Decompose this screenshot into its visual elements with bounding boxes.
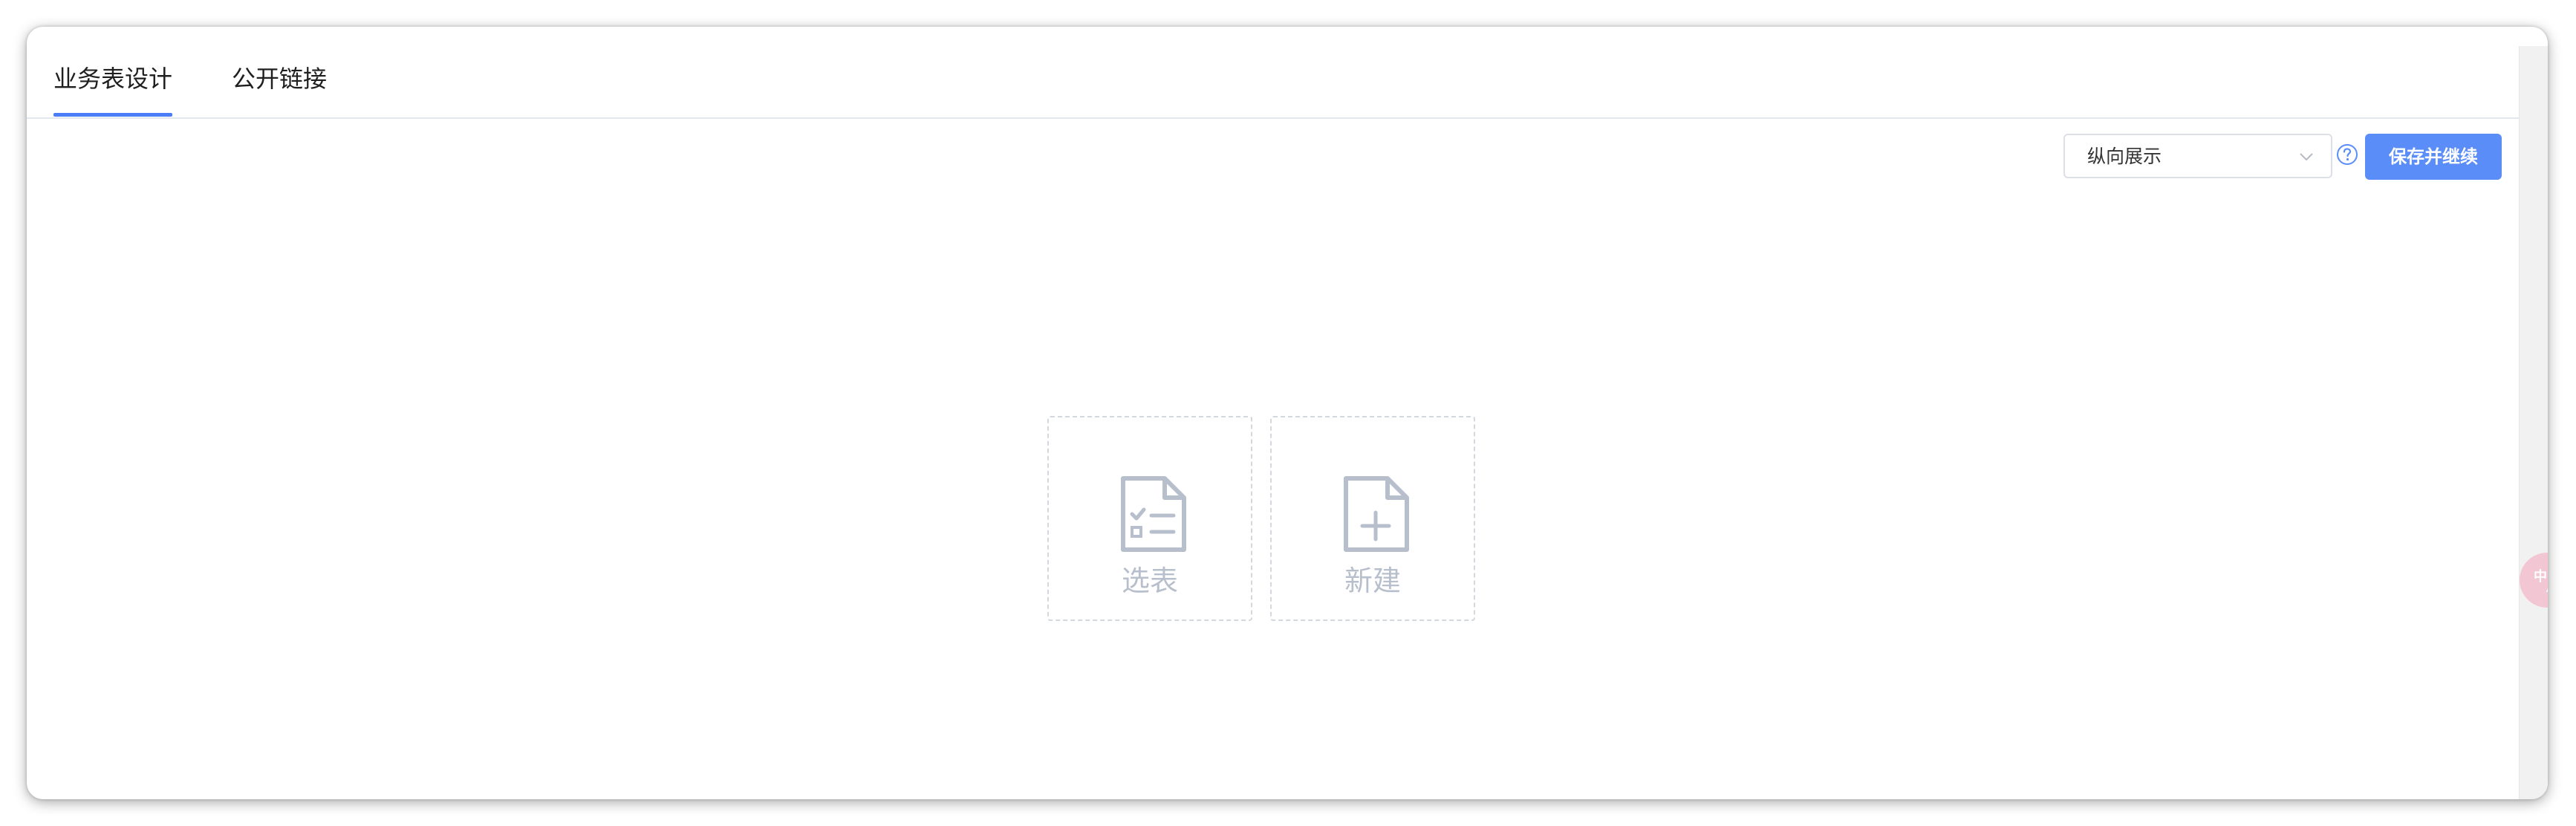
- layout-select-value: 纵向展示: [2087, 146, 2162, 167]
- translate-icon: 中 A: [2534, 568, 2548, 594]
- save-and-continue-button[interactable]: 保存并继续: [2365, 134, 2502, 180]
- tab-public-link[interactable]: 公开链接: [232, 62, 327, 117]
- question-circle-icon[interactable]: [2335, 143, 2359, 166]
- checklist-document-icon: [1121, 476, 1186, 552]
- pick-table-card[interactable]: 选表: [1047, 416, 1252, 621]
- app-window: 业务表设计 公开链接 纵向展示 保存并继续 选表 新建 中 A: [27, 27, 2548, 799]
- add-document-icon: [1344, 476, 1409, 552]
- tab-bar: 业务表设计 公开链接: [27, 27, 2520, 119]
- pick-table-label: 选表: [1121, 565, 1178, 597]
- vertical-scrollbar[interactable]: [2519, 46, 2548, 799]
- layout-select[interactable]: 纵向展示: [2063, 134, 2332, 178]
- active-tab-indicator: [53, 113, 172, 117]
- create-table-label: 新建: [1344, 565, 1401, 597]
- svg-text:A: A: [2546, 580, 2548, 594]
- chevron-down-icon: [2300, 153, 2313, 161]
- tab-business-table-design[interactable]: 业务表设计: [53, 62, 172, 117]
- create-table-card[interactable]: 新建: [1270, 416, 1475, 621]
- svg-text:中: 中: [2534, 568, 2547, 585]
